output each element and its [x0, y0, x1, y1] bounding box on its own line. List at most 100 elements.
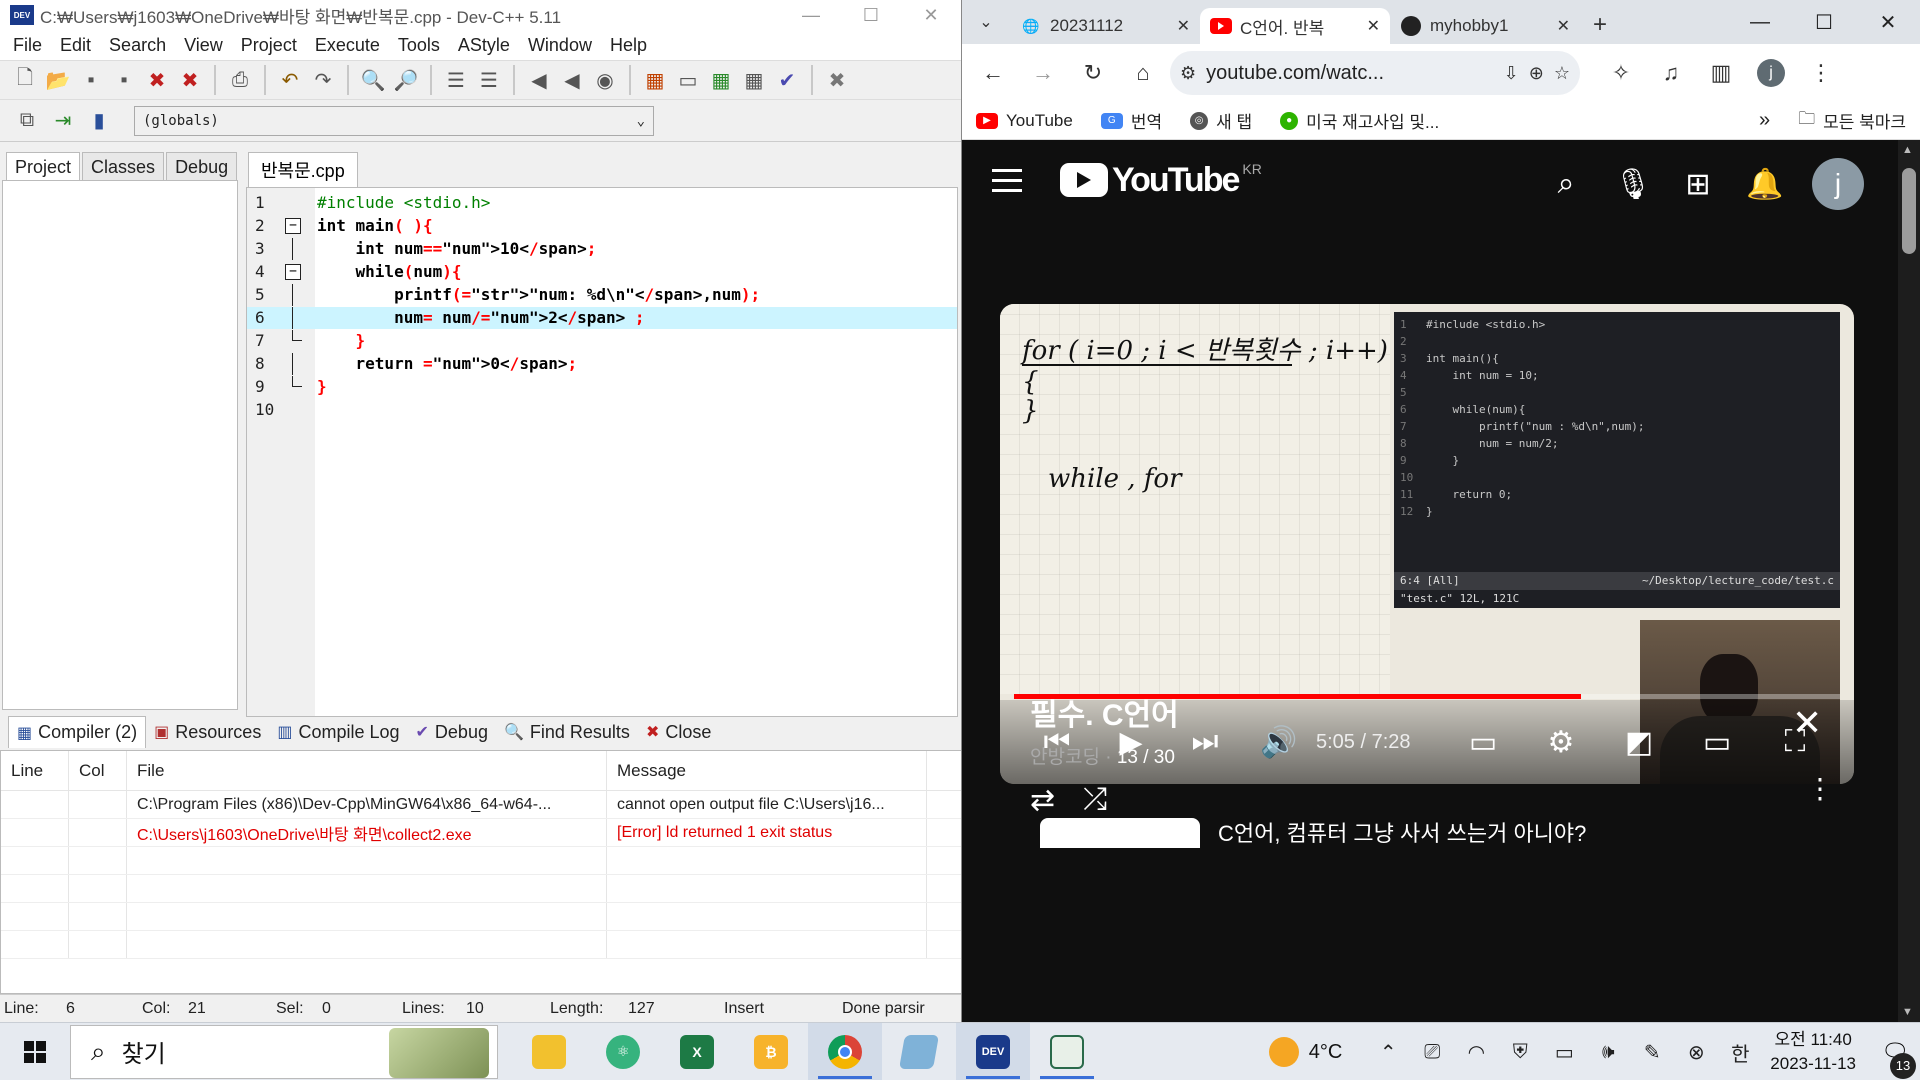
taskbar-search[interactable]: ⌕ 찾기	[70, 1024, 498, 1079]
bookmark-icon[interactable]: ◉	[590, 65, 620, 95]
excel-app[interactable]: X	[660, 1023, 734, 1080]
next-icon[interactable]: ⏭	[1168, 725, 1242, 759]
tab-resources[interactable]: ▣ Resources	[146, 716, 269, 748]
chevron-up-icon[interactable]: ⌃	[1366, 1040, 1410, 1065]
blocked-icon[interactable]: ⊗	[1674, 1040, 1718, 1065]
menu-search[interactable]: Search	[100, 35, 175, 56]
next-video-title[interactable]: C언어, 컴퓨터 그냥 사서 쓰는거 아니야?	[1218, 816, 1586, 848]
add-to-project-icon[interactable]: ⇥	[48, 106, 78, 136]
miniplayer-icon[interactable]: ◩	[1600, 725, 1678, 760]
back-icon[interactable]: ←	[970, 53, 1016, 93]
close-button[interactable]: ✕	[1856, 0, 1920, 44]
atom-app[interactable]: ⚛	[586, 1023, 660, 1080]
minimize-button[interactable]: —	[1728, 0, 1792, 44]
reload-icon[interactable]: ↻	[1070, 53, 1116, 93]
maximize-button[interactable]: ☐	[841, 0, 901, 30]
code-line[interactable]: 4 − while(num){	[247, 261, 957, 283]
notes-app[interactable]: ₿	[734, 1023, 808, 1080]
clock[interactable]: 오전 11:40 2023-11-13	[1770, 1028, 1856, 1076]
shuffle-icon[interactable]: ⤮	[1083, 783, 1107, 818]
col-message[interactable]: Message	[607, 751, 927, 790]
menu-tools[interactable]: Tools	[389, 35, 449, 56]
notifications-bell-icon[interactable]: 🔔	[1746, 167, 1783, 202]
battery-icon[interactable]: ▭	[1542, 1040, 1586, 1065]
browser-tab[interactable]: myhobby1 ✕	[1390, 8, 1580, 44]
menu-view[interactable]: View	[175, 35, 232, 56]
dialog-app[interactable]	[1030, 1023, 1104, 1080]
goto-forward-icon[interactable]: ◀	[557, 65, 587, 95]
profile-avatar[interactable]: j	[1748, 53, 1794, 93]
bookmark-translate[interactable]: G 번역	[1100, 108, 1162, 133]
more-bookmarks-icon[interactable]: »	[1759, 109, 1770, 132]
home-icon[interactable]: ⌂	[1120, 53, 1166, 93]
menu-help[interactable]: Help	[601, 35, 656, 56]
bookmark-us-import[interactable]: ● 미국 재고사입 및...	[1280, 108, 1439, 133]
redo-icon[interactable]: ↷	[308, 65, 338, 95]
volume-icon[interactable]: 🕪	[1586, 1041, 1630, 1064]
find-icon[interactable]: 🔍	[358, 65, 388, 95]
file-explorer-app[interactable]	[512, 1023, 586, 1080]
settings-gear-icon[interactable]: ⚙	[1522, 725, 1600, 760]
tab-compile-log[interactable]: ▥ Compile Log	[269, 716, 407, 748]
col-file[interactable]: File	[127, 751, 607, 790]
run-icon[interactable]: ▭	[673, 65, 703, 95]
close-file-icon[interactable]: ✖	[142, 65, 172, 95]
new-tab-button[interactable]: +	[1580, 7, 1620, 43]
close-button[interactable]: ✕	[901, 0, 961, 30]
security-icon[interactable]: ⛨	[1498, 1041, 1542, 1064]
tab-debug-bottom[interactable]: ✔ Debug	[408, 716, 496, 748]
pen-icon[interactable]: ✎	[1630, 1040, 1674, 1065]
all-bookmarks-folder[interactable]: 🗀 모든 북마크	[1798, 106, 1906, 135]
menu-file[interactable]: File	[4, 35, 51, 56]
playlist-title[interactable]: 필수. C언어	[1030, 690, 1179, 734]
close-all-icon[interactable]: ✖	[175, 65, 205, 95]
wifi-icon[interactable]: ◠	[1454, 1040, 1498, 1065]
install-icon[interactable]: ⇩	[1504, 63, 1519, 84]
tab-classes[interactable]: Classes	[82, 152, 165, 180]
globals-dropdown[interactable]: (globals) ⌄	[134, 105, 654, 136]
open-file-icon[interactable]: 📂	[43, 65, 73, 95]
fold-toggle-icon[interactable]: −	[285, 218, 301, 234]
table-row[interactable]: C:\Users\j1603\OneDrive\바탕 화면\collect2.e…	[1, 819, 961, 847]
print-icon[interactable]: ⎙	[225, 65, 255, 95]
volume-icon[interactable]: 🔊	[1242, 725, 1316, 760]
create-video-icon[interactable]: ⊞	[1680, 167, 1716, 202]
code-editor[interactable]: 1 #include <stdio.h> 2− int main( ){3 int n…	[246, 187, 958, 717]
project-tree[interactable]	[2, 180, 238, 710]
site-info-icon[interactable]: ⚙	[1180, 63, 1196, 84]
menu-kebab-icon[interactable]: ⋮	[1798, 53, 1844, 93]
start-button[interactable]	[0, 1023, 70, 1080]
menu-execute[interactable]: Execute	[306, 35, 389, 56]
code-line[interactable]: 9}	[247, 376, 957, 398]
fold-toggle-icon[interactable]: −	[285, 264, 301, 280]
stop-execution-icon[interactable]: ✖	[822, 65, 852, 95]
weather-widget[interactable]: 4°C	[1268, 1037, 1342, 1067]
loop-icon[interactable]: ⇄	[1030, 783, 1055, 818]
project-options-icon[interactable]: ▮	[84, 106, 114, 136]
col-line[interactable]: Line	[1, 751, 69, 790]
code-line[interactable]: 10	[247, 399, 957, 421]
col-col[interactable]: Col	[69, 751, 127, 790]
camera-icon[interactable]: ⎚	[1410, 1041, 1454, 1064]
table-row[interactable]: C:\Program Files (x86)\Dev-Cpp\MinGW64\x…	[1, 791, 961, 819]
close-tab-icon[interactable]: ✕	[1367, 16, 1380, 36]
close-tab-icon[interactable]: ✕	[1557, 16, 1570, 36]
avatar[interactable]: j	[1812, 158, 1864, 210]
unindent-icon[interactable]: ☰	[474, 65, 504, 95]
bookmark-youtube[interactable]: ▶ YouTube	[976, 111, 1073, 131]
undo-icon[interactable]: ↶	[275, 65, 305, 95]
chrome-app[interactable]	[808, 1022, 882, 1080]
menu-hamburger-icon[interactable]	[992, 168, 1022, 192]
bookmark-star-icon[interactable]: ☆	[1554, 63, 1570, 84]
tab-compiler[interactable]: ▦ Compiler (2)	[8, 716, 147, 748]
microphone-icon[interactable]: 🎙	[1614, 167, 1652, 202]
menu-window[interactable]: Window	[519, 35, 601, 56]
zoom-icon[interactable]: ⊕	[1529, 63, 1544, 84]
menu-edit[interactable]: Edit	[51, 35, 100, 56]
playlist-channel[interactable]: 안방코딩	[1030, 747, 1100, 768]
syntax-check-icon[interactable]: ✔	[772, 65, 802, 95]
tab-debug[interactable]: Debug	[166, 152, 238, 180]
menu-project[interactable]: Project	[232, 35, 306, 56]
maximize-button[interactable]: ☐	[1792, 0, 1856, 44]
browser-tab[interactable]: 🌐 20231112 ✕	[1010, 8, 1200, 44]
